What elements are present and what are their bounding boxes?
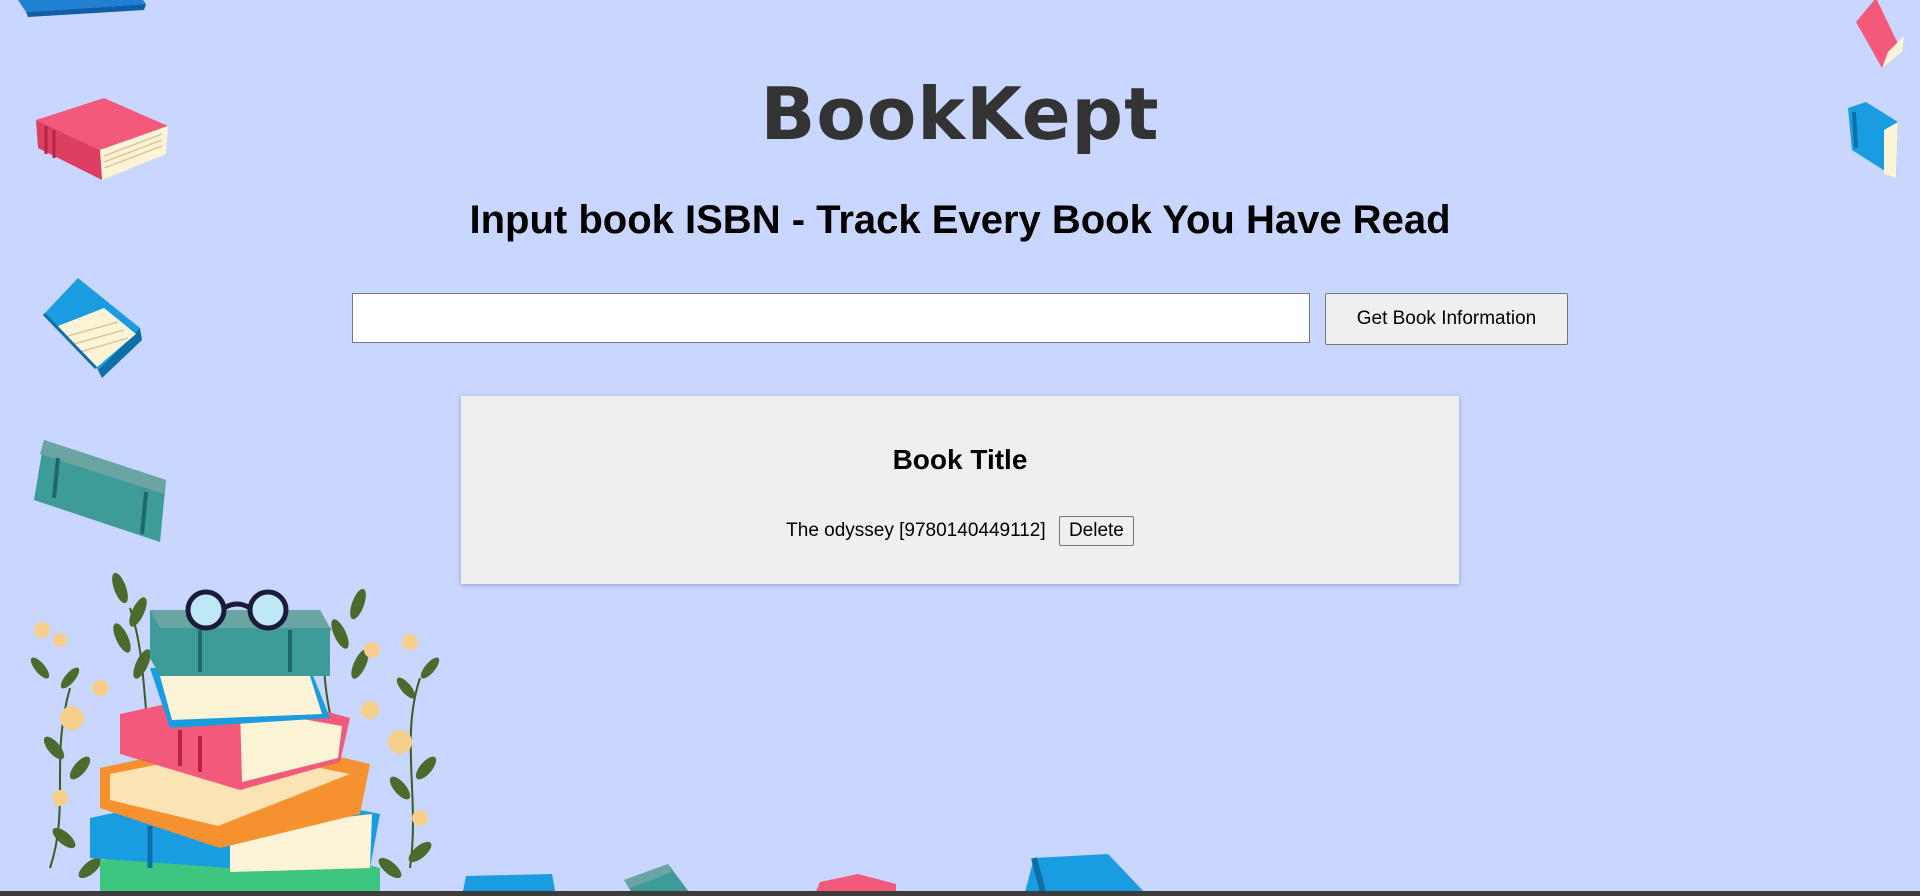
get-book-information-button[interactable]: Get Book Information — [1325, 293, 1568, 345]
isbn-input[interactable] — [352, 293, 1310, 343]
book-entry-text: The odyssey [9780140449112] — [786, 520, 1046, 541]
book-icon — [1856, 0, 1904, 68]
app-logo: BookKept — [760, 72, 1160, 156]
delete-book-button[interactable]: Delete — [1058, 516, 1134, 546]
page-title: Input book ISBN - Track Every Book You H… — [469, 198, 1451, 242]
book-stack-icon — [30, 572, 440, 896]
book-list-heading: Book Title — [892, 444, 1028, 475]
list-item: The odyssey [9780140449112] Delete — [461, 516, 1459, 546]
book-list-card: Book Title The odyssey [9780140449112] D… — [461, 396, 1459, 584]
book-icon — [42, 278, 142, 378]
book-icon — [1024, 854, 1148, 896]
bottom-edge-bar — [0, 891, 1920, 896]
book-icon — [34, 440, 166, 542]
book-icon — [18, 0, 146, 17]
page: BookKept Input book ISBN - Track Every B… — [0, 0, 1920, 896]
